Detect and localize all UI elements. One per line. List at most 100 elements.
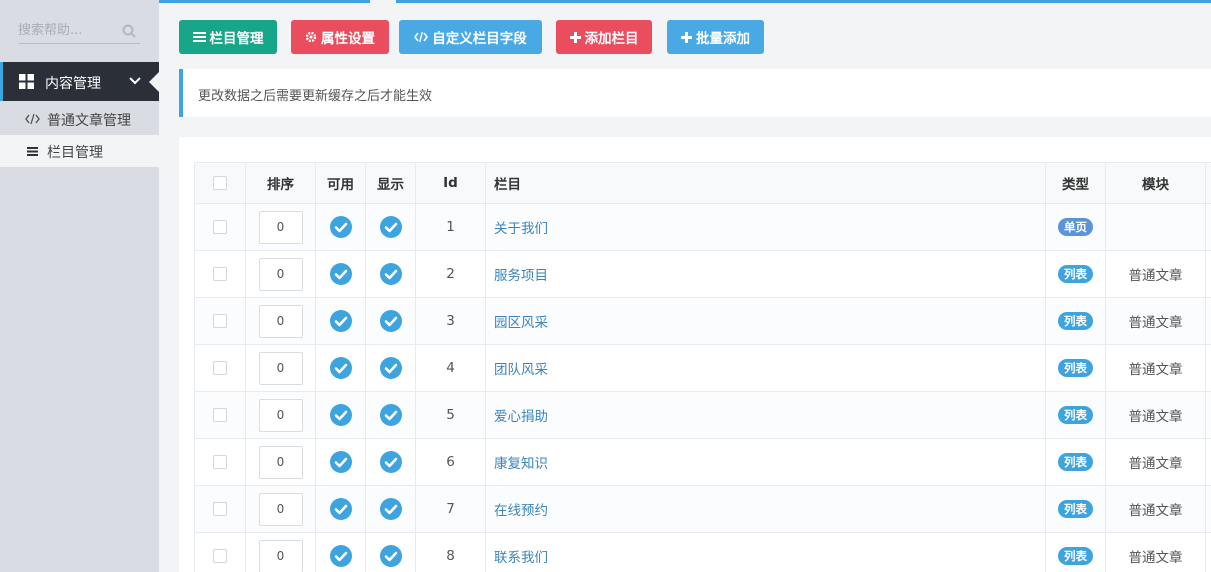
visible-cell [365, 297, 416, 345]
type-badge: 列表 [1058, 359, 1093, 377]
module-cell: 普通文章 [1105, 391, 1206, 439]
sort-cell [245, 485, 316, 533]
table-row: 3 园区风采 列表 普通文章 [194, 297, 1211, 345]
sidebar-item-column-manage[interactable]: 栏目管理 [0, 135, 159, 167]
type-cell: 单页 [1045, 203, 1106, 251]
check-circle-icon[interactable] [379, 310, 402, 332]
id-cell: 1 [415, 203, 486, 251]
header-id: Id [415, 162, 486, 204]
row-checkbox[interactable] [213, 455, 227, 469]
enabled-cell [315, 344, 366, 392]
visible-cell [365, 250, 416, 298]
column-name-link[interactable]: 团队风采 [485, 344, 1046, 392]
sort-input[interactable] [258, 539, 303, 572]
add-column-button[interactable]: 添加栏目 [556, 20, 652, 54]
overflow-cell [1205, 297, 1211, 345]
search-input[interactable] [18, 20, 118, 40]
column-name-link[interactable]: 园区风采 [485, 297, 1046, 345]
button-label: 栏目管理 [209, 31, 264, 47]
overflow-cell [1205, 532, 1211, 572]
check-circle-icon[interactable] [379, 404, 402, 426]
table-row: 5 爱心捐助 列表 普通文章 [194, 391, 1211, 439]
column-manage-button[interactable]: 栏目管理 [179, 20, 277, 54]
check-circle-icon[interactable] [329, 310, 352, 332]
row-checkbox-cell [194, 485, 246, 533]
column-name-link[interactable]: 康复知识 [485, 438, 1046, 486]
row-checkbox[interactable] [213, 408, 227, 422]
table-row: 6 康复知识 列表 普通文章 [194, 438, 1211, 486]
type-badge: 列表 [1058, 453, 1093, 471]
check-circle-icon[interactable] [379, 357, 402, 379]
type-badge: 列表 [1058, 406, 1093, 424]
batch-add-button[interactable]: 批量添加 [667, 20, 764, 54]
module-cell: 普通文章 [1105, 250, 1206, 298]
visible-cell [365, 203, 416, 251]
row-checkbox[interactable] [213, 502, 227, 516]
column-name-link[interactable]: 联系我们 [485, 532, 1046, 572]
sidebar-item-article-manage[interactable]: 普通文章管理 [0, 103, 159, 135]
enabled-cell [315, 391, 366, 439]
code-icon [414, 31, 429, 43]
id-cell: 7 [415, 485, 486, 533]
row-checkbox-cell [194, 391, 246, 439]
table-row: 1 关于我们 单页 [194, 203, 1211, 251]
type-badge: 列表 [1058, 312, 1093, 330]
sort-input[interactable] [258, 445, 303, 479]
sort-input[interactable] [258, 398, 303, 432]
check-circle-icon[interactable] [379, 263, 402, 285]
sort-input[interactable] [258, 304, 303, 338]
row-checkbox[interactable] [213, 361, 227, 375]
module-cell: 普通文章 [1105, 344, 1206, 392]
check-circle-icon[interactable] [379, 545, 402, 567]
plus-icon [569, 31, 581, 43]
sort-input[interactable] [258, 492, 303, 526]
check-circle-icon[interactable] [379, 498, 402, 520]
row-checkbox-cell [194, 297, 246, 345]
chevron-down-icon [129, 77, 141, 85]
row-checkbox[interactable] [213, 549, 227, 563]
sidebar-item-content-manage[interactable]: 内容管理 [0, 62, 159, 101]
column-name-link[interactable]: 在线预约 [485, 485, 1046, 533]
check-circle-icon[interactable] [329, 451, 352, 473]
enabled-cell [315, 438, 366, 486]
check-circle-icon[interactable] [329, 357, 352, 379]
table-row: 7 在线预约 列表 普通文章 [194, 485, 1211, 533]
check-circle-icon[interactable] [329, 545, 352, 567]
attribute-settings-button[interactable]: 属性设置 [291, 20, 389, 54]
column-name-link[interactable]: 爱心捐助 [485, 391, 1046, 439]
check-circle-icon[interactable] [329, 263, 352, 285]
column-table: 排序 可用 显示 Id 栏目 类型 模块 1 关于我们 单页 [194, 162, 1211, 572]
code-icon [25, 113, 40, 125]
sort-input[interactable] [258, 351, 303, 385]
enabled-cell [315, 203, 366, 251]
select-all-checkbox[interactable] [213, 176, 227, 190]
column-table-panel: 排序 可用 显示 Id 栏目 类型 模块 1 关于我们 单页 [179, 137, 1211, 572]
row-checkbox[interactable] [213, 267, 227, 281]
custom-fields-button[interactable]: 自定义栏目字段 [399, 20, 542, 54]
type-badge: 列表 [1058, 500, 1093, 518]
overflow-cell [1205, 438, 1211, 486]
sort-input[interactable] [258, 210, 303, 244]
button-label: 添加栏目 [584, 31, 639, 47]
search-icon[interactable] [122, 24, 136, 38]
sort-input[interactable] [258, 257, 303, 291]
list-icon [27, 147, 38, 156]
type-badge: 列表 [1058, 547, 1093, 565]
check-circle-icon[interactable] [329, 216, 352, 238]
header-sort: 排序 [245, 162, 316, 204]
column-name-link[interactable]: 服务项目 [485, 250, 1046, 298]
plus-icon [681, 31, 692, 43]
sidebar-item-label: 内容管理 [45, 76, 101, 92]
visible-cell [365, 485, 416, 533]
row-checkbox[interactable] [213, 314, 227, 328]
check-circle-icon[interactable] [379, 216, 402, 238]
check-circle-icon[interactable] [329, 404, 352, 426]
check-circle-icon[interactable] [329, 498, 352, 520]
column-name-link[interactable]: 关于我们 [485, 203, 1046, 251]
row-checkbox-cell [194, 344, 246, 392]
sort-cell [245, 344, 316, 392]
type-badge: 列表 [1058, 265, 1093, 283]
sort-cell [245, 297, 316, 345]
check-circle-icon[interactable] [379, 451, 402, 473]
row-checkbox[interactable] [213, 220, 227, 234]
